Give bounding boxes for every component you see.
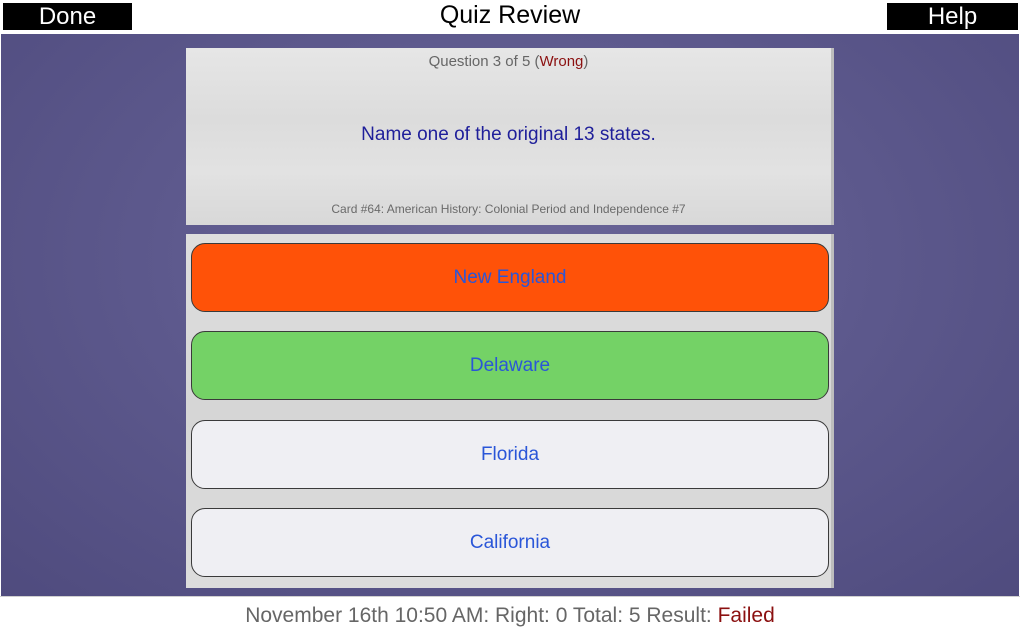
answer-option-florida[interactable]: Florida: [191, 420, 829, 489]
question-status: Wrong: [539, 53, 584, 70]
answer-option-delaware[interactable]: Delaware: [191, 331, 829, 400]
page-title: Quiz Review: [439, 1, 581, 29]
results-footer: November 16th 10:50 AM: Right: 0 Total: …: [0, 596, 1020, 637]
answers-panel: New England Delaware Florida California: [186, 234, 834, 588]
question-counter-text: Question 3 of 5 (: [428, 53, 540, 70]
answer-option-california[interactable]: California: [191, 508, 829, 577]
top-bar: Quiz Review Done Help: [0, 0, 1020, 31]
results-summary: November 16th 10:50 AM: Right: 0 Total: …: [245, 604, 718, 627]
question-card: Question 3 of 5 (Wrong) Name one of the …: [186, 48, 834, 225]
question-counter-close: ): [583, 53, 589, 70]
result-status: Failed: [717, 604, 775, 627]
card-info: Card #64: American History: Colonial Per…: [331, 202, 686, 216]
answer-option-new-england[interactable]: New England: [191, 243, 829, 312]
question-counter: Question 3 of 5 (Wrong): [186, 53, 831, 70]
done-button[interactable]: Done: [3, 3, 132, 30]
help-button[interactable]: Help: [887, 3, 1018, 30]
question-text: Name one of the original 13 states.: [361, 124, 656, 145]
